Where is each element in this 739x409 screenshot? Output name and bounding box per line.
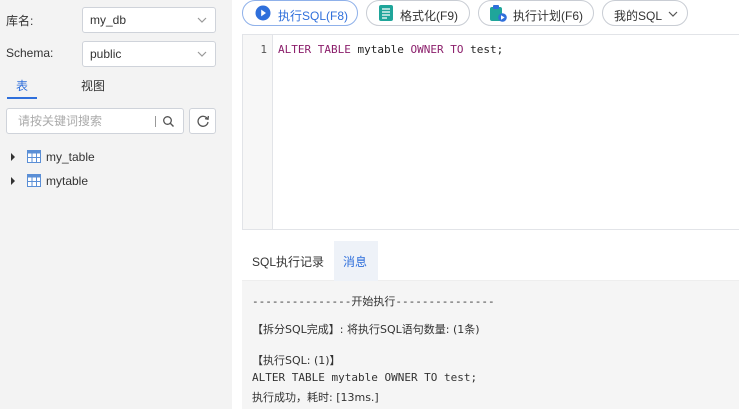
tab-sql-history[interactable]: SQL执行记录 — [242, 241, 334, 281]
execution-plan-label: 执行计划(F6) — [513, 9, 583, 23]
result-panel: SQL执行记录 消息 ---------------开始执行----------… — [242, 241, 739, 409]
identifier-token: test; — [470, 43, 504, 56]
message-log: ---------------开始执行--------------- 【拆分SQ… — [242, 281, 739, 409]
search-divider — [155, 116, 156, 127]
run-sql-button[interactable]: 执行SQL(F8) — [242, 0, 358, 26]
identifier-token: mytable — [357, 43, 404, 56]
log-line: ---------------开始执行--------------- — [252, 295, 495, 308]
keyword-token: OWNER — [410, 43, 444, 56]
tab-views[interactable]: 视图 — [78, 77, 108, 99]
format-icon — [379, 5, 393, 21]
schema-select[interactable]: public — [82, 41, 216, 67]
database-select[interactable]: my_db — [82, 7, 216, 33]
chevron-down-icon — [668, 11, 678, 17]
tab-sql-history-label: SQL执行记录 — [252, 255, 325, 269]
code-line[interactable]: ALTER TABLE mytable OWNER TO test; — [278, 43, 503, 56]
plan-icon — [490, 5, 507, 22]
tab-messages-label: 消息 — [343, 255, 368, 269]
refresh-button[interactable] — [189, 108, 216, 134]
format-button[interactable]: 格式化(F9) — [366, 0, 470, 26]
keyword-token: ALTER — [278, 43, 312, 56]
search-icon[interactable] — [162, 115, 175, 128]
chevron-down-icon — [197, 17, 207, 23]
database-label: 库名: — [6, 14, 34, 28]
schema-row: Schema: public — [0, 41, 232, 67]
schema-select-value: public — [90, 47, 122, 61]
chevron-down-icon — [197, 51, 207, 57]
keyword-token: TABLE — [317, 43, 351, 56]
log-line: ALTER TABLE mytable OWNER TO test; — [252, 371, 478, 384]
object-tabs: 表 视图 — [0, 77, 232, 99]
sidebar: 库名: my_db Schema: public 表 视图 my_table — [0, 0, 232, 409]
log-line: 执行成功，耗时: [13ms.] — [252, 391, 379, 404]
caret-right-icon[interactable] — [10, 153, 16, 161]
table-icon — [27, 174, 41, 187]
line-number: 1 — [260, 43, 267, 56]
schema-label: Schema: — [6, 46, 54, 60]
search-box — [6, 108, 184, 134]
log-line: 【执行SQL: (1)】 — [252, 354, 341, 367]
database-row: 库名: my_db — [0, 7, 232, 33]
line-gutter: 1 — [243, 35, 273, 229]
caret-right-icon[interactable] — [10, 177, 16, 185]
tab-messages[interactable]: 消息 — [334, 241, 378, 281]
search-input[interactable] — [7, 109, 147, 133]
database-select-value: my_db — [90, 13, 127, 27]
tab-tables[interactable]: 表 — [7, 77, 37, 99]
refresh-icon — [197, 115, 210, 127]
sql-editor[interactable]: 1 ALTER TABLE mytable OWNER TO test; — [242, 34, 739, 230]
tree-item-label: mytable — [46, 174, 89, 188]
toolbar: 执行SQL(F8) 格式化(F9) 执行计划(F6) 我的SQL — [242, 0, 739, 30]
my-sql-dropdown[interactable]: 我的SQL — [602, 0, 688, 26]
tree-item-mytable[interactable]: mytable — [0, 170, 232, 194]
play-icon — [255, 5, 271, 21]
format-label: 格式化(F9) — [400, 9, 458, 23]
log-line: 【拆分SQL完成】: 将执行SQL语句数量: (1条) — [252, 323, 480, 336]
execution-plan-button[interactable]: 执行计划(F6) — [478, 0, 594, 26]
table-icon — [27, 150, 41, 163]
result-tabs: SQL执行记录 消息 — [242, 241, 739, 281]
tree-item-label: my_table — [46, 150, 95, 164]
keyword-token: TO — [450, 43, 464, 56]
run-sql-label: 执行SQL(F8) — [278, 9, 349, 23]
my-sql-label: 我的SQL — [614, 9, 663, 23]
tree-item-my_table[interactable]: my_table — [0, 146, 232, 170]
table-tree: my_table mytable — [0, 146, 232, 194]
